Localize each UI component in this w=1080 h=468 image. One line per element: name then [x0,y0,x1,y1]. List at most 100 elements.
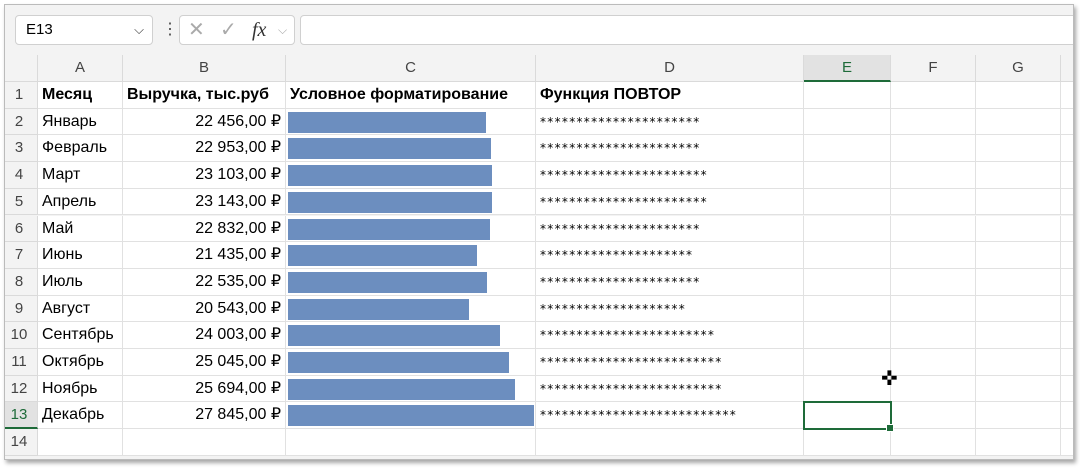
data-bar-cell[interactable] [286,162,536,189]
header-cell[interactable]: Условное форматирование [286,82,536,109]
cell[interactable] [976,242,1061,269]
row-header[interactable]: 11 [5,349,38,376]
cell[interactable] [1061,108,1073,136]
cell[interactable] [976,162,1061,189]
cell[interactable] [976,268,1061,296]
row-header[interactable]: 1 [5,82,38,109]
cell[interactable] [1061,295,1073,323]
insert-function-icon[interactable]: fx [252,16,266,44]
cell[interactable] [976,429,1061,456]
cell[interactable] [976,322,1061,349]
cell[interactable] [976,188,1061,216]
data-bar-cell[interactable] [286,375,536,403]
column-header-g[interactable]: G [976,55,1061,82]
rept-cell[interactable]: *********************** [536,162,804,189]
rept-cell[interactable]: ************************* [536,375,804,403]
cell[interactable] [536,429,804,456]
month-cell[interactable]: Июнь [38,242,123,269]
cell[interactable] [976,135,1061,163]
rept-cell[interactable]: ********************** [536,215,804,243]
cell[interactable] [891,82,976,109]
data-bar-cell[interactable] [286,108,536,136]
rept-cell[interactable]: *********************** [536,188,804,216]
cell[interactable] [804,135,891,163]
enter-icon[interactable]: ✓ [220,16,237,44]
month-cell[interactable]: Август [38,295,123,323]
cell[interactable] [38,429,123,456]
cell[interactable] [891,349,976,376]
row-header[interactable]: 2 [5,108,38,136]
column-header-c[interactable]: C [286,55,536,82]
row-header[interactable]: 4 [5,162,38,189]
cell[interactable] [1061,402,1073,430]
cell[interactable] [891,188,976,216]
formula-input[interactable] [300,15,1073,45]
cell[interactable] [804,295,891,323]
cell[interactable] [891,215,976,243]
cell[interactable] [804,268,891,296]
cell[interactable] [804,242,891,269]
row-header[interactable]: 7 [5,242,38,269]
column-header-f[interactable]: F [891,55,976,82]
cell[interactable] [976,82,1061,109]
month-cell[interactable]: Февраль [38,135,123,163]
cell[interactable] [1061,162,1073,189]
data-bar-cell[interactable] [286,242,536,269]
revenue-cell[interactable]: 25 045,00 ₽ [123,349,286,376]
row-header[interactable]: 9 [5,295,38,323]
cell[interactable] [891,135,976,163]
revenue-cell[interactable]: 22 456,00 ₽ [123,108,286,136]
revenue-cell[interactable]: 25 694,00 ₽ [123,375,286,403]
chevron-down-icon[interactable]: ⌵ [278,16,287,44]
revenue-cell[interactable]: 24 003,00 ₽ [123,322,286,349]
month-cell[interactable]: Январь [38,108,123,136]
cell[interactable] [891,295,976,323]
cell[interactable] [1061,82,1073,109]
rept-cell[interactable]: ********************** [536,108,804,136]
fill-handle[interactable] [886,424,894,433]
cell[interactable] [804,322,891,349]
month-cell[interactable]: Июль [38,268,123,296]
cell[interactable] [804,349,891,376]
data-bar-cell[interactable] [286,215,536,243]
cell[interactable] [891,322,976,349]
month-cell[interactable]: Октябрь [38,349,123,376]
cell[interactable] [891,108,976,136]
cell[interactable] [1061,188,1073,216]
row-header[interactable]: 8 [5,268,38,296]
month-cell[interactable]: Ноябрь [38,375,123,403]
cell[interactable] [891,242,976,269]
cell[interactable] [891,375,976,403]
revenue-cell[interactable]: 27 845,00 ₽ [123,402,286,430]
row-header[interactable]: 10 [5,322,38,349]
row-header[interactable]: 6 [5,215,38,243]
select-all-corner[interactable] [5,55,38,82]
cell[interactable] [891,429,976,456]
data-bar-cell[interactable] [286,402,536,430]
cell[interactable] [804,108,891,136]
name-box[interactable]: E13 ⌵ [15,15,153,45]
rept-cell[interactable]: ********************** [536,268,804,296]
cell[interactable] [804,162,891,189]
month-cell[interactable]: Сентябрь [38,322,123,349]
data-bar-cell[interactable] [286,188,536,216]
month-cell[interactable]: Декабрь [38,402,123,430]
header-cell[interactable]: Выручка, тыс.руб [123,82,286,109]
cell[interactable] [976,375,1061,403]
cell[interactable] [976,402,1061,430]
cell[interactable] [1061,135,1073,163]
month-cell[interactable]: Март [38,162,123,189]
rept-cell[interactable]: ******************** [536,295,804,323]
cell[interactable] [286,429,536,456]
data-bar-cell[interactable] [286,135,536,163]
cell[interactable] [891,402,976,430]
cell[interactable] [976,215,1061,243]
cell[interactable] [891,268,976,296]
row-header[interactable]: 3 [5,135,38,163]
revenue-cell[interactable]: 23 103,00 ₽ [123,162,286,189]
column-header-d[interactable]: D [536,55,804,82]
cell[interactable] [804,188,891,216]
more-options-icon[interactable]: ⋮ [162,19,178,39]
cell[interactable] [123,429,286,456]
revenue-cell[interactable]: 22 832,00 ₽ [123,215,286,243]
